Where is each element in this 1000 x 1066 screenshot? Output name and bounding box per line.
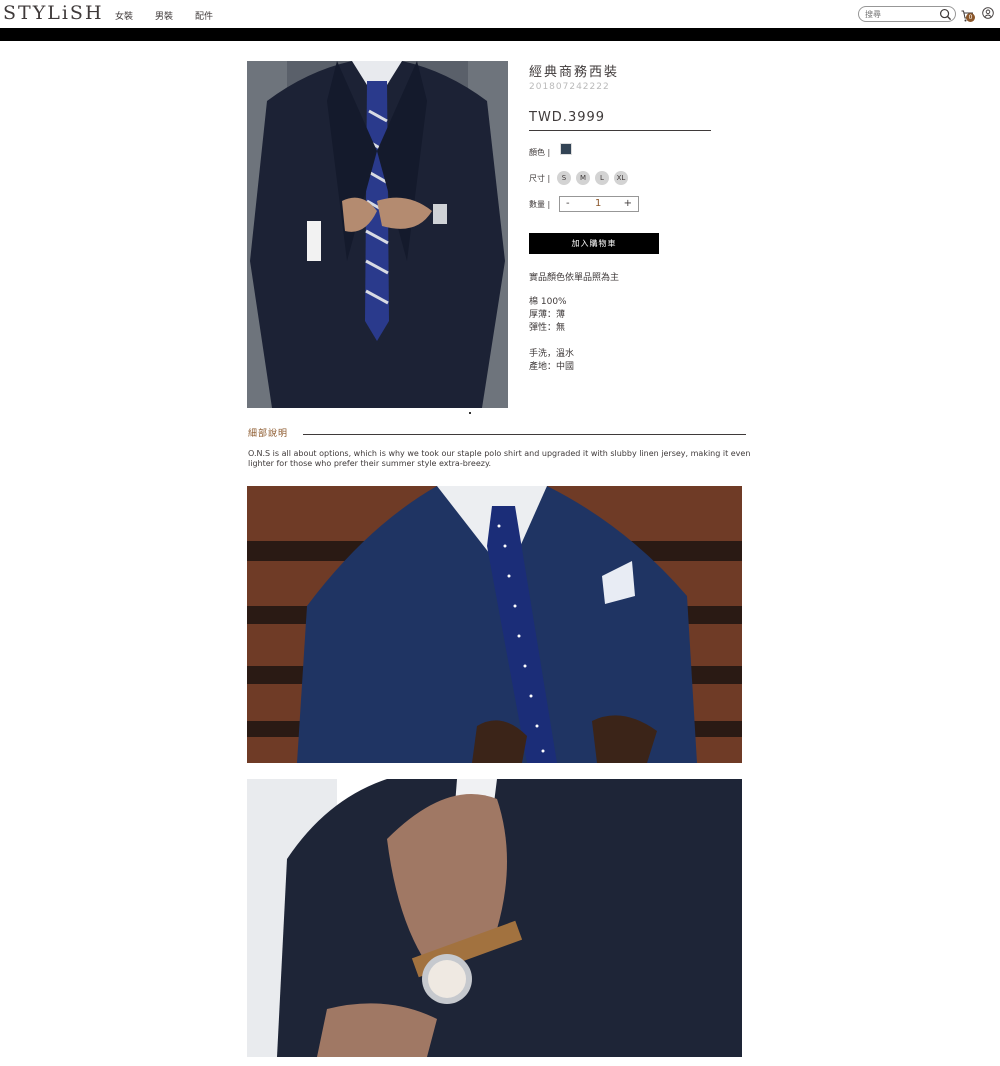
search-icon[interactable] [939,8,952,21]
logo[interactable]: STYLiSH [3,2,104,24]
suit-photo-illustration [247,61,508,408]
quantity-label: 數量 | [529,200,551,209]
cart-button[interactable]: 0 [961,7,975,22]
spec-washing: 手洗，溫水 [529,349,575,359]
price-divider [529,130,711,131]
main-nav: 女裝 男裝 配件 [115,9,235,22]
search-input[interactable] [865,8,937,20]
color-note: 實品顏色依單品照為主 [529,273,620,283]
material-specs: 棉 100% 厚薄：薄 彈性：無 [529,296,567,335]
watch-photo-illustration [247,779,742,1057]
spec-origin: 產地：中國 [529,362,575,372]
spec-thickness: 厚薄：薄 [529,310,566,320]
color-swatch[interactable] [560,143,572,155]
quantity-value[interactable]: 1 [595,197,601,211]
member-icon[interactable] [982,7,994,19]
product-story: O.N.S is all about options, which is why… [248,449,751,468]
size-label: 尺寸 | [529,174,551,183]
details-section-divider [303,434,746,435]
suit-tie-photo-illustration [247,486,742,763]
separator-dot [469,412,471,414]
nav-women[interactable]: 女裝 [115,9,133,22]
size-options: S M L XL [557,171,633,185]
cart-count-badge: 0 [966,13,975,22]
detail-image-2 [247,779,742,1057]
product-price: TWD.3999 [529,110,606,125]
header-divider-bar [0,28,1000,41]
spec-elasticity: 彈性：無 [529,323,566,333]
quantity-stepper: - 1 + [559,196,639,212]
size-option-s[interactable]: S [557,171,571,185]
header: STYLiSH 女裝 男裝 配件 0 [0,0,1000,28]
quantity-increase-button[interactable]: + [624,197,632,211]
detail-image-1 [247,486,742,763]
product-id: 201807242222 [529,82,610,92]
details-section-title: 細部說明 [248,429,289,439]
quantity-decrease-button[interactable]: - [566,197,570,211]
nav-accessories[interactable]: 配件 [195,9,213,22]
product-main-image [247,61,508,408]
add-to-cart-button[interactable]: 加入購物車 [529,233,659,254]
nav-men[interactable]: 男裝 [155,9,173,22]
spec-material: 棉 100% [529,297,567,307]
size-option-xl[interactable]: XL [614,171,628,185]
size-option-m[interactable]: M [576,171,590,185]
search-box [858,6,956,22]
color-label: 顏色 | [529,148,551,157]
care-specs: 手洗，溫水 產地：中國 [529,348,574,374]
size-option-l[interactable]: L [595,171,609,185]
product-title: 經典商務西裝 [529,65,620,80]
